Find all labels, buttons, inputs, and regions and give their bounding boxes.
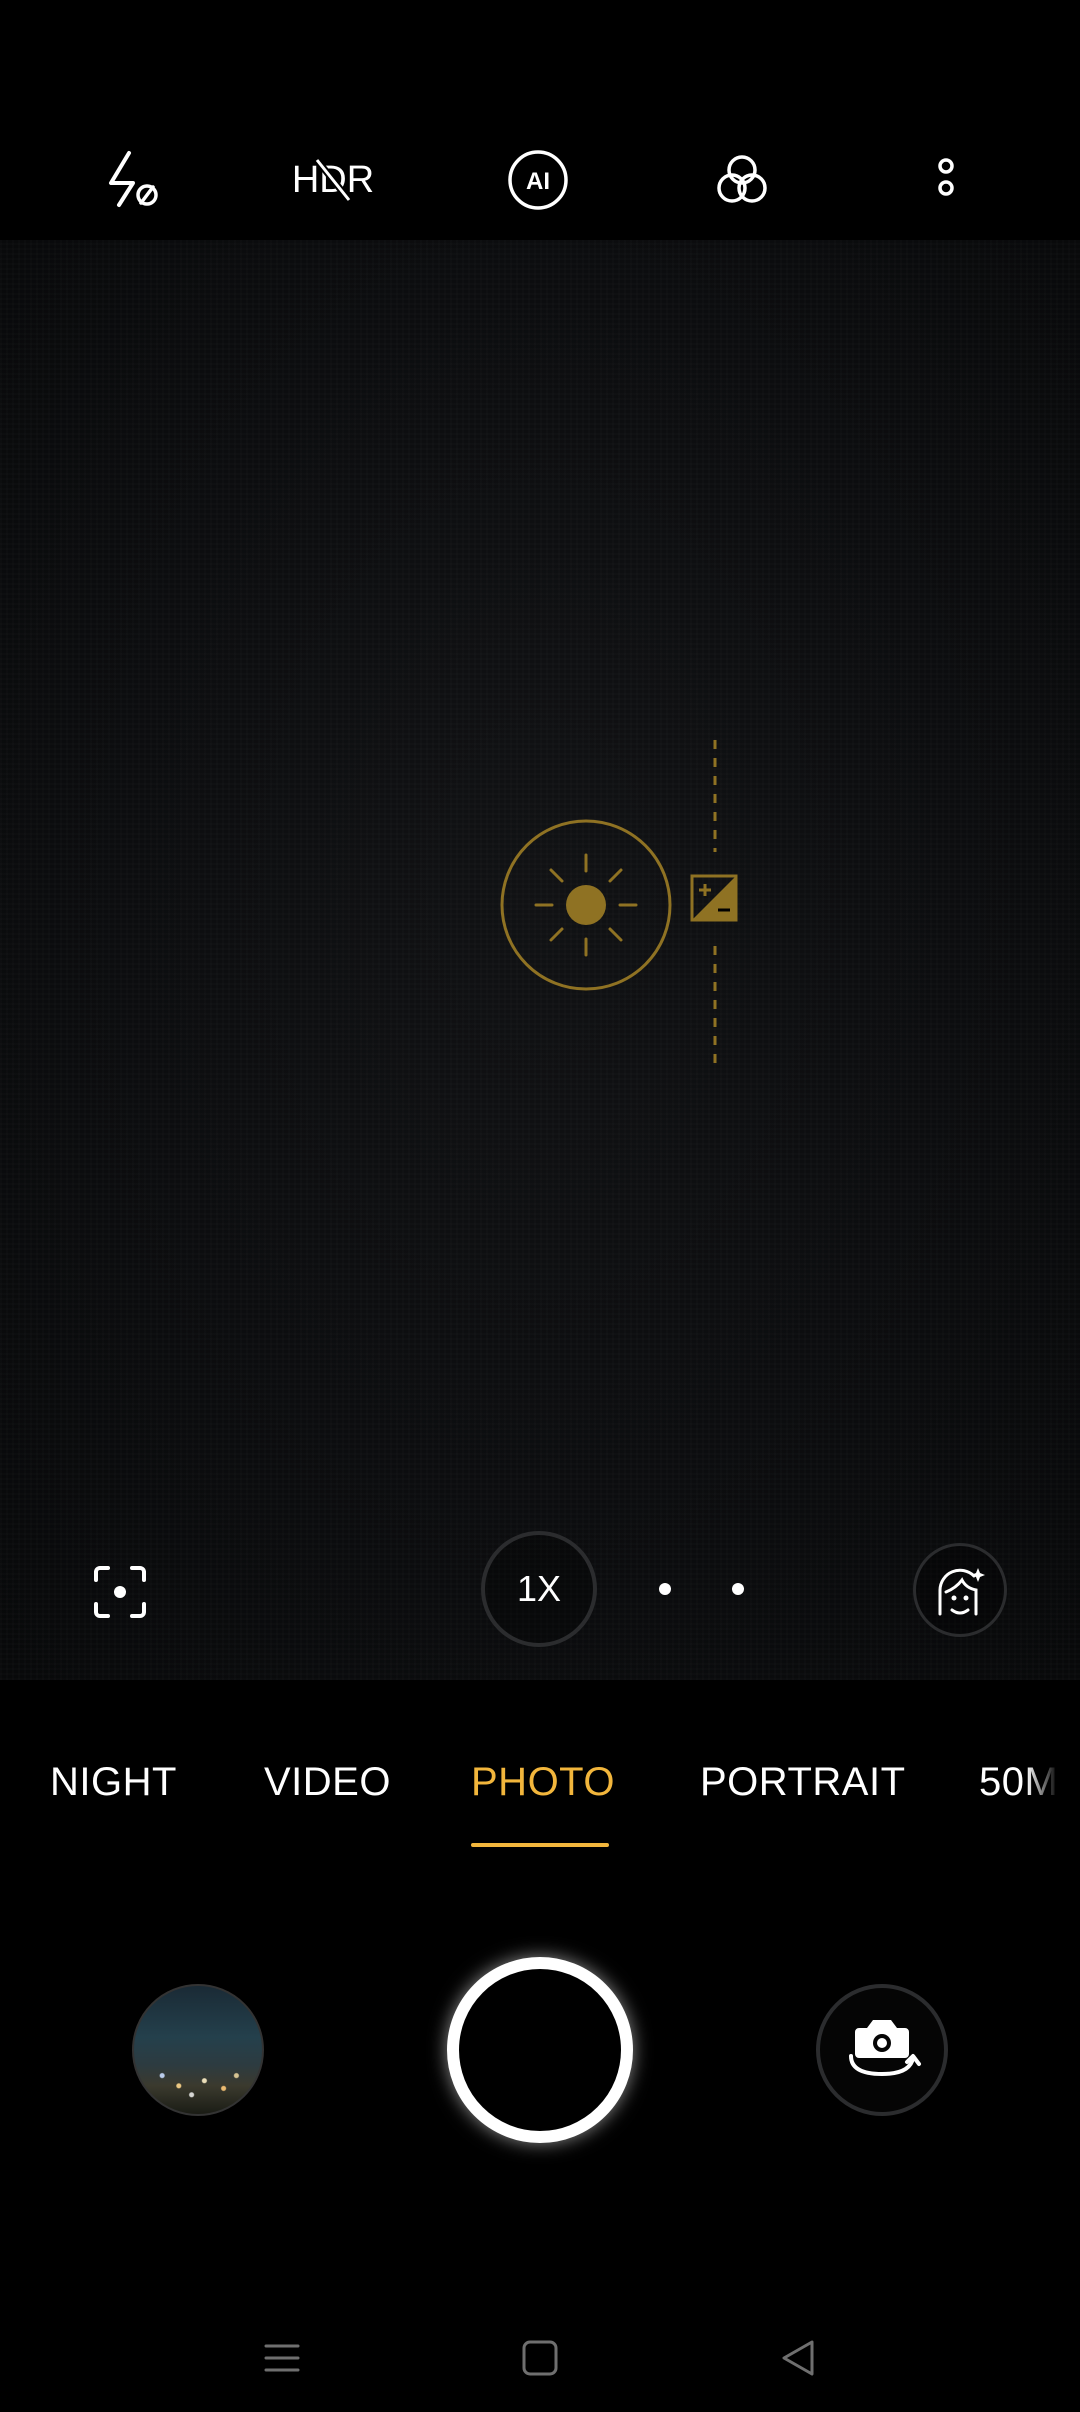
camera-mode-selector: NIGHT VIDEO PHOTO PORTRAIT 50M — [0, 1760, 1080, 1850]
mode-50m[interactable]: 50M — [979, 1760, 1058, 1805]
mode-photo[interactable]: PHOTO — [471, 1760, 615, 1805]
mode-night[interactable]: NIGHT — [50, 1760, 177, 1805]
exposure-compensation-slider[interactable] — [690, 740, 740, 1066]
flip-camera-button[interactable] — [816, 1984, 948, 2116]
more-options-icon[interactable] — [906, 140, 986, 220]
flip-camera-icon — [849, 2020, 921, 2077]
flash-off-icon[interactable] — [90, 140, 170, 220]
filters-icon[interactable] — [702, 140, 782, 220]
zoom-label: 1X — [516, 1568, 562, 1609]
active-mode-indicator — [471, 1843, 609, 1847]
exposure-compensation-icon — [690, 874, 738, 922]
shutter-button[interactable] — [447, 1957, 633, 2143]
zoom-1x-button[interactable]: 1X — [481, 1531, 597, 1647]
exposure-control[interactable] — [496, 815, 676, 995]
scan-focus-icon[interactable] — [88, 1560, 152, 1624]
recent-apps-icon[interactable] — [252, 2328, 312, 2388]
gallery-thumbnail[interactable] — [132, 1984, 264, 2116]
mode-video[interactable]: VIDEO — [264, 1760, 391, 1805]
zoom-option-dot[interactable] — [732, 1583, 744, 1595]
beauty-face-button[interactable] — [913, 1543, 1007, 1637]
top-toolbar: HDR AI — [0, 0, 1080, 240]
home-icon[interactable] — [510, 2328, 570, 2388]
sun-brightness-icon — [500, 819, 672, 991]
system-navigation-bar — [0, 2300, 1080, 2412]
ai-label: AI — [526, 168, 550, 195]
hdr-off-icon[interactable]: HDR — [293, 140, 373, 220]
beauty-face-icon — [938, 1568, 985, 1616]
ai-scene-icon[interactable]: AI — [498, 140, 578, 220]
back-icon[interactable] — [768, 2328, 828, 2388]
mode-portrait[interactable]: PORTRAIT — [700, 1760, 906, 1805]
zoom-option-dot[interactable] — [659, 1583, 671, 1595]
